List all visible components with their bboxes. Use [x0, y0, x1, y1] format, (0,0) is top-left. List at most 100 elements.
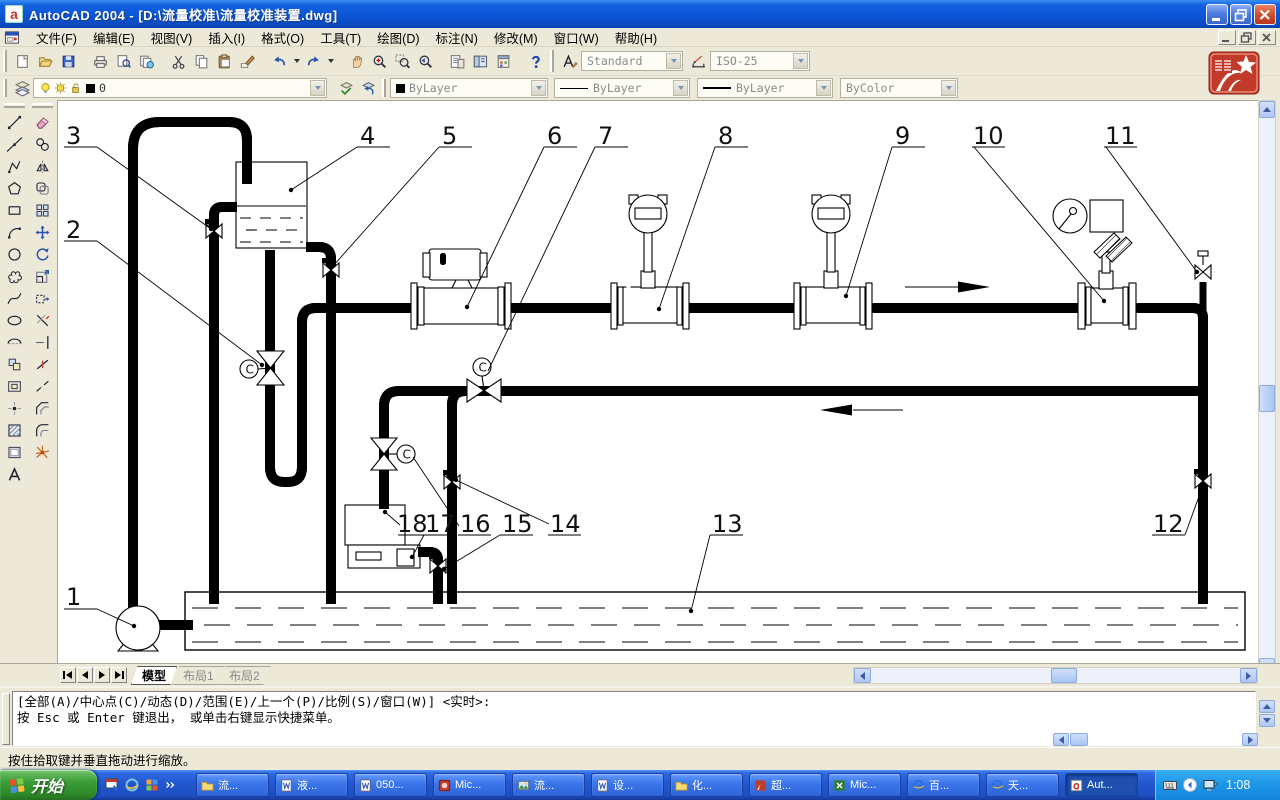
menu-edit[interactable]: 编辑(E)	[85, 27, 143, 48]
line-button[interactable]	[3, 111, 26, 133]
chevron-down-icon[interactable]	[310, 80, 325, 96]
tab-layout1[interactable]: 布局1	[172, 666, 225, 685]
scroll-up-button[interactable]	[1259, 101, 1275, 118]
menu-modify[interactable]: 修改(M)	[486, 27, 546, 48]
toolbar-grip[interactable]	[3, 50, 7, 72]
scroll-thumb[interactable]	[1070, 733, 1088, 746]
scroll-thumb[interactable]	[1259, 385, 1275, 412]
trim-button[interactable]	[31, 309, 54, 331]
fillet-button[interactable]	[31, 419, 54, 441]
help-button[interactable]	[524, 50, 547, 73]
spline-button[interactable]	[3, 287, 26, 309]
toolbar-grip[interactable]	[382, 79, 386, 97]
layer-previous-button[interactable]	[357, 78, 379, 99]
lineweight-combo[interactable]: ByLayer	[697, 78, 833, 98]
text-style-combo[interactable]: Standard	[581, 51, 683, 71]
offset-button[interactable]	[31, 177, 54, 199]
vertical-scrollbar[interactable]	[1258, 100, 1276, 676]
show-desktop-icon[interactable]	[104, 777, 120, 793]
title-bar[interactable]: a AutoCAD 2004 - [D:\流量校准\流量校准装置.dwg]	[0, 0, 1280, 28]
array-button[interactable]	[31, 199, 54, 221]
menu-dimension[interactable]: 标注(N)	[428, 27, 486, 48]
taskbar-ie-task[interactable]: 百...	[907, 773, 980, 797]
paste-button[interactable]	[213, 50, 236, 73]
menu-file[interactable]: 文件(F)	[28, 27, 85, 48]
preview-button[interactable]	[112, 50, 135, 73]
chevron-down-icon[interactable]	[941, 80, 956, 96]
copy-object-button[interactable]	[31, 133, 54, 155]
plot-style-combo[interactable]: ByColor	[840, 78, 958, 98]
make-object-layer-current-button[interactable]	[335, 78, 357, 99]
mirror-button[interactable]	[31, 155, 54, 177]
cut-button[interactable]	[167, 50, 190, 73]
child-restore-button[interactable]	[1238, 30, 1256, 45]
scroll-down-button[interactable]	[1259, 714, 1275, 727]
matchprop-button[interactable]	[236, 50, 259, 73]
scroll-right-button[interactable]	[1242, 733, 1258, 746]
scale-button[interactable]	[31, 265, 54, 287]
insert-block-button[interactable]	[3, 353, 26, 375]
extend-button[interactable]	[31, 331, 54, 353]
stretch-button[interactable]	[31, 287, 54, 309]
taskbar-excel-task[interactable]: Mic...	[828, 773, 901, 797]
rotate-button[interactable]	[31, 243, 54, 265]
minimize-button[interactable]	[1206, 4, 1228, 25]
color-combo[interactable]: ByLayer	[390, 78, 548, 98]
publish-button[interactable]	[135, 50, 158, 73]
layers-dialog-button[interactable]	[11, 78, 33, 99]
toolbar-grip[interactable]	[550, 50, 554, 72]
taskbar-folder-task[interactable]: 流...	[196, 773, 269, 797]
chevron-down-icon[interactable]	[531, 80, 546, 96]
multiline-text-button[interactable]	[3, 463, 26, 485]
taskbar-red-app-task[interactable]: Mic...	[433, 773, 506, 797]
taskbar-folder-task[interactable]: 化...	[670, 773, 743, 797]
copy-button[interactable]	[190, 50, 213, 73]
hide-icons-arrow-icon[interactable]	[1182, 777, 1198, 793]
break-button[interactable]	[31, 375, 54, 397]
chevron-down-icon[interactable]	[666, 53, 681, 69]
make-block-button[interactable]	[3, 375, 26, 397]
first-tab-button[interactable]	[60, 667, 76, 683]
region-button[interactable]	[3, 441, 26, 463]
linetype-combo[interactable]: ByLayer	[554, 78, 690, 98]
text-style-button[interactable]	[558, 50, 581, 73]
plot-button[interactable]	[89, 50, 112, 73]
undo-button[interactable]	[268, 50, 291, 73]
dim-style-combo[interactable]: ISO-25	[710, 51, 810, 71]
child-close-button[interactable]	[1258, 30, 1276, 45]
scroll-left-button[interactable]	[854, 668, 871, 683]
taskbar-image-task[interactable]: 流...	[512, 773, 585, 797]
menu-draw[interactable]: 绘图(D)	[369, 27, 427, 48]
arc-button[interactable]	[3, 221, 26, 243]
menu-help[interactable]: 帮助(H)	[607, 27, 665, 48]
close-button[interactable]	[1254, 4, 1276, 25]
display-settings-icon[interactable]	[1202, 777, 1218, 793]
menu-window[interactable]: 窗口(W)	[546, 27, 607, 48]
last-tab-button[interactable]	[111, 667, 127, 683]
hatch-button[interactable]	[3, 419, 26, 441]
restore-button[interactable]	[1230, 4, 1252, 25]
move-button[interactable]	[31, 221, 54, 243]
properties-button[interactable]	[446, 50, 469, 73]
scroll-up-button[interactable]	[1259, 700, 1275, 713]
scroll-thumb[interactable]	[1051, 668, 1077, 683]
keyboard-ime-icon[interactable]	[1162, 777, 1178, 793]
ssreader-logo[interactable]	[1208, 51, 1260, 95]
new-button[interactable]	[11, 50, 34, 73]
erase-button[interactable]	[31, 111, 54, 133]
tool-palettes-button[interactable]	[492, 50, 515, 73]
taskbar-word-task[interactable]: 设...	[591, 773, 664, 797]
construction-line-button[interactable]	[3, 133, 26, 155]
redo-button[interactable]	[302, 50, 325, 73]
taskbar-word-task[interactable]: 液...	[275, 773, 348, 797]
pan-button[interactable]	[345, 50, 368, 73]
undo-dropdown[interactable]	[291, 50, 302, 73]
horizontal-scrollbar[interactable]	[853, 667, 1258, 684]
toolbar-grip[interactable]	[32, 103, 53, 108]
dim-style-button[interactable]	[687, 50, 710, 73]
design-center-button[interactable]	[469, 50, 492, 73]
drawing-canvas[interactable]: .pipe-o { fill:none; stroke:#000; stroke…	[57, 100, 1258, 663]
start-button[interactable]: 开始	[0, 770, 97, 800]
tab-layout2[interactable]: 布局2	[218, 666, 271, 685]
tab-model[interactable]: 模型	[131, 666, 177, 685]
